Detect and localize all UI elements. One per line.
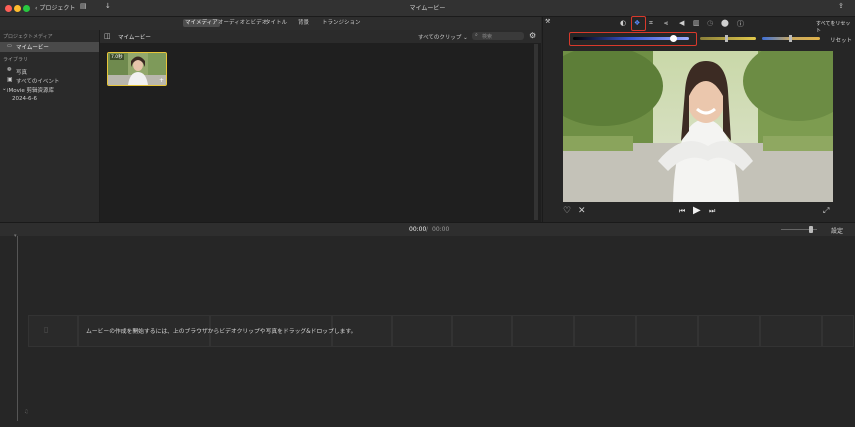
audio-track-icon: ♫ [24,409,29,415]
skip-forward-icon[interactable]: ⏭ [709,207,715,216]
playhead[interactable] [17,236,18,421]
timeline-placeholder [392,315,452,347]
window-title: マイムービー [409,5,446,12]
timeline-placeholder [698,315,760,347]
photos-icon: ❁ [7,67,12,73]
sidebar-item-project[interactable]: ▭ マイムービー [0,42,99,52]
browser-header: ◫ マイムービー すべてのクリップ ⌄ ⌕ 検索 ⚙ [100,30,541,43]
preview-frame-image [563,51,833,202]
timeline-header: 00:00 / 00:00 設定 [0,222,855,237]
color-balance-icon[interactable]: ◐ [620,19,626,27]
sidebar-toggle-icon[interactable]: ◫ [104,32,111,40]
title-bar: ‹ プロジェクト ▤ ↓ マイムービー ⇪ [0,0,855,17]
reset-all-button[interactable]: すべてをリセット [816,20,855,34]
highlight-balance-slider [569,32,697,46]
zoom-slider-knob[interactable] [809,226,813,233]
timeline-settings-button[interactable]: 設定 [831,226,843,235]
sidebar-library-name[interactable]: iMovie 剪辑资源库 [7,86,54,94]
reset-button[interactable]: リセット [830,36,852,44]
tab-transitions[interactable]: トランジション [320,19,363,27]
clip-filter-icon[interactable]: ⬤ [721,19,729,27]
reject-icon[interactable]: ✕ [578,206,586,216]
browser-scrollbar[interactable] [534,44,538,220]
video-preview [563,51,833,202]
timeline-placeholder [452,315,512,347]
info-icon[interactable]: ⓘ [737,19,744,29]
playhead-handle-icon: ▾ [14,233,17,239]
search-input[interactable]: ⌕ 検索 [472,32,524,40]
saturation-slider-knob[interactable] [725,35,728,42]
sidebar-item-event[interactable]: 2024-6-6 [12,96,37,102]
disclosure-triangle-icon[interactable]: ⌄ [2,86,7,92]
film-icon: ▭ [7,43,12,49]
timeline-placeholder [822,315,854,347]
total-time: 00:00 [432,226,450,233]
media-clip-thumbnail[interactable]: 7.0秒 + [107,52,167,86]
crop-icon[interactable]: ⌗ [649,19,653,28]
tab-titles[interactable]: タイトル [263,19,289,27]
timeline-placeholder [574,315,636,347]
gear-icon[interactable]: ⚙ [529,31,536,40]
heart-icon[interactable]: ♡ [563,206,571,216]
star-icon: ▣ [7,76,13,83]
sidebar-item-photos[interactable]: 写真 [16,68,27,76]
project-media-header: プロジェクトメディア [3,34,53,40]
tab-backgrounds[interactable]: 背景 [296,19,311,27]
timeline-hint: ムービーの作成を開始するには、上のブラウザからビデオクリップや写真をドラッグ&ド… [86,329,357,335]
volume-icon[interactable]: ◀ [679,19,684,27]
timeline-placeholder [636,315,698,347]
browser-title: マイムービー [118,35,151,41]
stabilization-icon[interactable]: ⫷ [664,19,668,28]
clip-placeholder-icon: ▯ [44,325,49,334]
tab-my-media[interactable]: マイメディア [183,19,220,27]
skip-back-icon[interactable]: ⏮ [679,207,685,216]
share-icon[interactable]: ⇪ [838,2,844,10]
timeline-placeholder [760,315,822,347]
play-icon[interactable]: ▶ [693,205,701,216]
current-time: 00:00 [409,226,427,233]
time-separator: / [426,226,429,233]
speed-icon[interactable]: ◷ [707,19,713,27]
magic-wand-icon[interactable]: ⚒ [545,18,550,25]
saturation-slider[interactable] [700,37,756,40]
clip-filter-dropdown[interactable]: すべてのクリップ ⌄ [418,33,468,41]
highlight-color-correction [631,16,646,31]
add-clip-icon[interactable]: + [159,77,164,84]
search-icon: ⌕ [475,32,478,38]
media-tabs-bar: マイメディア オーディオとビデオ タイトル 背景 トランジション [0,17,541,30]
temperature-slider-knob[interactable] [789,35,792,42]
timeline-placeholder [28,315,78,347]
timeline-placeholder [512,315,574,347]
noise-reduction-icon[interactable]: ▥ [693,19,700,27]
clip-duration: 7.0秒 [110,54,124,60]
tab-audio-video[interactable]: オーディオとビデオ [216,19,269,27]
fullscreen-icon[interactable]: ⤢ [823,206,829,216]
library-header: ライブラリ [3,57,29,63]
sidebar-item-all-events[interactable]: すべてのイベント [16,77,59,85]
library-sidebar: プロジェクトメディア ▭ マイムービー ライブラリ ❁ 写真 ▣ すべてのイベン… [0,30,100,222]
chevron-down-icon: ⌄ [463,35,468,41]
